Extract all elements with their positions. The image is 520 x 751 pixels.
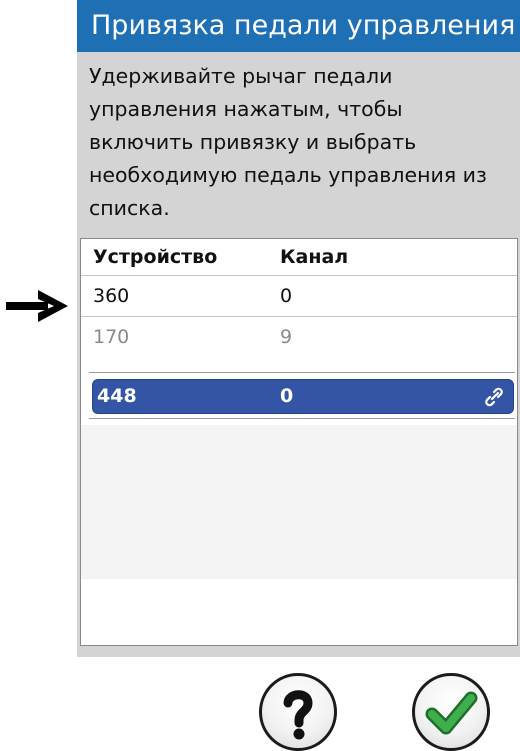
instructions-line: списка. xyxy=(89,196,170,220)
instructions-text: Удерживайте рычаг педали управления нажа… xyxy=(89,60,514,225)
channel-value: 9 xyxy=(280,326,293,348)
list-header: Устройство Канал xyxy=(81,239,517,275)
divider xyxy=(89,372,515,373)
check-mark-icon xyxy=(425,691,478,735)
confirm-button[interactable] xyxy=(412,673,490,751)
list-item[interactable]: 170 9 xyxy=(81,316,517,357)
pairing-panel: Удерживайте рычаг педали управления нажа… xyxy=(77,52,520,657)
channel-value: 0 xyxy=(280,285,293,307)
divider xyxy=(89,418,515,419)
instructions-line: управления нажатым, чтобы xyxy=(89,97,403,121)
list-item[interactable]: 360 0 xyxy=(81,275,517,316)
page-title: Привязка педали управления xyxy=(77,0,520,52)
device-id: 448 xyxy=(97,385,137,407)
column-header-channel: Канал xyxy=(280,246,349,268)
help-button[interactable] xyxy=(259,673,337,751)
question-mark-icon xyxy=(283,690,313,740)
column-header-device: Устройство xyxy=(93,246,218,268)
device-id: 360 xyxy=(93,285,130,307)
device-list[interactable]: Устройство Канал 360 0 170 9 448 0 xyxy=(80,238,518,646)
right-arrow-icon xyxy=(6,290,68,322)
channel-value: 0 xyxy=(280,385,294,407)
instructions-line: Удерживайте рычаг педали xyxy=(89,64,393,88)
list-empty-area xyxy=(81,425,517,579)
instructions-line: необходимую педаль управления из xyxy=(89,163,487,187)
device-id: 170 xyxy=(93,326,130,348)
instructions-line: включить привязку и выбрать xyxy=(89,130,417,154)
link-icon xyxy=(485,387,503,407)
list-item-selected[interactable]: 448 0 xyxy=(93,380,513,413)
